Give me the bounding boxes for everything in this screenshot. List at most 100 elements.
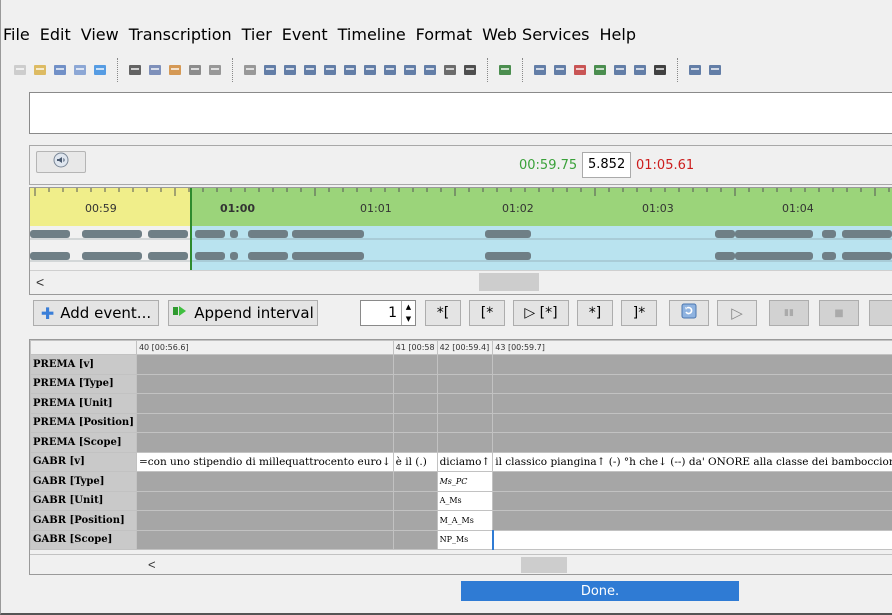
event-cell[interactable] xyxy=(491,529,892,550)
menu-view[interactable]: View xyxy=(76,25,124,44)
stop-button[interactable]: ■ xyxy=(819,300,859,326)
export-icon[interactable] xyxy=(126,61,144,79)
event-header[interactable]: 43 [00:59.7] xyxy=(492,340,892,355)
menu-timeline[interactable]: Timeline xyxy=(333,25,411,44)
event-cell[interactable] xyxy=(135,529,394,550)
add-event-button[interactable]: ✚ Add event... xyxy=(33,300,159,326)
nav-next-button[interactable]: *] xyxy=(577,300,613,326)
append-interval-button[interactable]: Append interval xyxy=(168,300,318,326)
tier-g-icon[interactable] xyxy=(631,61,649,79)
tier-c-icon[interactable] xyxy=(551,61,569,79)
nav-end-button[interactable]: ]* xyxy=(621,300,657,326)
menu-event[interactable]: Event xyxy=(277,25,333,44)
tier-label[interactable]: GABR [Type] xyxy=(30,471,137,492)
grid-b-icon[interactable] xyxy=(281,61,299,79)
menu-file[interactable]: File xyxy=(1,25,35,44)
move-left-icon[interactable] xyxy=(321,61,339,79)
volume-button[interactable] xyxy=(36,151,86,173)
event-cell[interactable] xyxy=(492,354,892,375)
event-cell[interactable] xyxy=(392,490,438,511)
scrollbar-thumb[interactable] xyxy=(521,557,567,573)
event-header[interactable]: 42 [00:59.4] xyxy=(436,340,494,355)
nav-start-button[interactable]: *[ xyxy=(425,300,461,326)
record-button[interactable] xyxy=(869,300,892,326)
tier-scrollbar[interactable]: < xyxy=(30,554,892,574)
event-cell[interactable] xyxy=(135,393,394,414)
playback-cursor[interactable] xyxy=(190,188,192,270)
tier-label[interactable]: PREMA [v] xyxy=(30,354,137,375)
event-cell[interactable] xyxy=(436,412,494,433)
event-cell[interactable] xyxy=(492,412,892,433)
scroll-left-icon[interactable]: < xyxy=(36,274,44,290)
tier-b-icon[interactable] xyxy=(531,61,549,79)
menu-edit[interactable]: Edit xyxy=(35,25,76,44)
tier-a-icon[interactable] xyxy=(496,61,514,79)
tier-d-icon[interactable] xyxy=(571,61,589,79)
tier-label[interactable]: PREMA [Unit] xyxy=(30,393,137,414)
menu-help[interactable]: Help xyxy=(595,25,641,44)
event-cell[interactable] xyxy=(492,432,892,453)
cut-icon[interactable] xyxy=(441,61,459,79)
tier-e-icon[interactable] xyxy=(591,61,609,79)
tier-i-icon[interactable] xyxy=(706,61,724,79)
event-cell[interactable] xyxy=(392,510,438,531)
event-cell[interactable]: Ms_PC xyxy=(436,471,494,492)
shift-left-icon[interactable] xyxy=(401,61,419,79)
wave-icon[interactable] xyxy=(461,61,479,79)
search-icon[interactable] xyxy=(186,61,204,79)
save-icon[interactable] xyxy=(51,61,69,79)
tier-label[interactable]: PREMA [Scope] xyxy=(30,432,137,453)
timeline-scrollbar[interactable]: < xyxy=(30,270,892,294)
event-cell[interactable] xyxy=(492,510,892,531)
event-cell[interactable] xyxy=(392,471,438,492)
event-cell[interactable] xyxy=(392,432,438,453)
split-text-icon[interactable] xyxy=(206,61,224,79)
web-icon[interactable] xyxy=(91,61,109,79)
open-folder-icon[interactable] xyxy=(31,61,49,79)
event-cell[interactable] xyxy=(392,412,438,433)
tier-label[interactable]: GABR [Position] xyxy=(30,510,137,531)
event-cell[interactable] xyxy=(135,373,394,394)
insert-icon[interactable] xyxy=(361,61,379,79)
event-cell[interactable] xyxy=(135,510,394,531)
people-icon[interactable] xyxy=(166,61,184,79)
event-cell[interactable]: NP_Ms xyxy=(436,529,494,550)
grid-c-icon[interactable] xyxy=(301,61,319,79)
menu-tier[interactable]: Tier xyxy=(237,25,277,44)
expand-icon[interactable] xyxy=(421,61,439,79)
tier-label[interactable]: PREMA [Type] xyxy=(30,373,137,394)
move-right-icon[interactable] xyxy=(341,61,359,79)
tier-label[interactable]: PREMA [Position] xyxy=(30,412,137,433)
merge-text-icon[interactable] xyxy=(241,61,259,79)
scrollbar-thumb[interactable] xyxy=(479,273,539,291)
interval-count-spinner[interactable]: 1 ▲ ▼ xyxy=(360,300,416,326)
print-icon[interactable] xyxy=(71,61,89,79)
tier-label[interactable]: GABR [v] xyxy=(30,451,137,472)
pause-button[interactable]: ▮▮ xyxy=(769,300,809,326)
tier-label[interactable]: GABR [Unit] xyxy=(30,490,137,511)
play-selection-button[interactable]: ▷ [*] xyxy=(513,300,569,326)
event-cell[interactable] xyxy=(392,529,438,550)
play-button[interactable]: ▷ xyxy=(717,300,757,326)
grid-a-icon[interactable] xyxy=(261,61,279,79)
event-cell[interactable] xyxy=(392,354,438,375)
shift-right-icon[interactable] xyxy=(381,61,399,79)
new-file-icon[interactable] xyxy=(11,61,29,79)
time-ruler[interactable]: 00:59 01:00 01:01 01:02 01:03 01:04 xyxy=(30,188,892,226)
event-cell[interactable] xyxy=(436,393,494,414)
event-cell[interactable]: =con uno stipendio di millequattrocento … xyxy=(135,451,394,472)
nav-prev-button[interactable]: [* xyxy=(469,300,505,326)
event-cell[interactable] xyxy=(492,373,892,394)
event-cell[interactable] xyxy=(492,490,892,511)
event-cell[interactable] xyxy=(392,373,438,394)
menu-format[interactable]: Format xyxy=(411,25,477,44)
tier-label[interactable]: GABR [Scope] xyxy=(30,529,137,550)
event-cell[interactable]: A_Ms xyxy=(436,490,494,511)
event-header[interactable]: 41 [00:58 xyxy=(392,340,438,355)
event-cell[interactable] xyxy=(436,432,494,453)
event-cell[interactable] xyxy=(436,354,494,375)
event-cell[interactable] xyxy=(135,354,394,375)
waveform[interactable] xyxy=(30,188,892,270)
event-cell[interactable] xyxy=(392,393,438,414)
event-cell[interactable] xyxy=(492,393,892,414)
